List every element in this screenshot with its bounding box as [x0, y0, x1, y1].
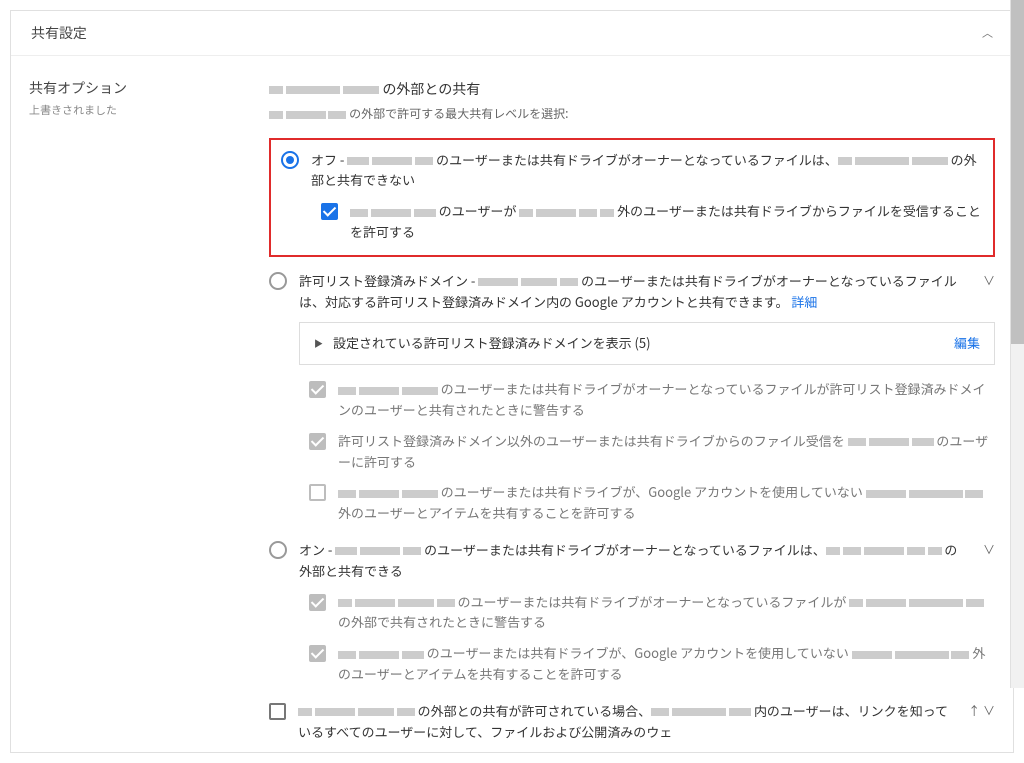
- panel-title: 共有設定: [31, 23, 87, 43]
- bottom-checkbox-label: の外部との共有が許可されている場合、 内のユーザーは、リンクを知っているすべての…: [298, 701, 948, 743]
- triangle-right-icon: ▶: [314, 337, 323, 351]
- sub-chk-on-warn[interactable]: のユーザーまたは共有ドライブがオーナーとなっているファイルが の外部で共有された…: [309, 592, 995, 634]
- sub-chk-on-nogoogle[interactable]: のユーザーまたは共有ドライブが、Google アカウントを使用していない 外のユ…: [309, 643, 995, 685]
- option-heading: 共有オプション: [29, 78, 269, 98]
- highlighted-option-off: オフ - のユーザーまたは共有ドライブがオーナーとなっているファイルは、 の外部…: [269, 138, 995, 257]
- radio-allowlist[interactable]: 許可リスト登録済みドメイン - のユーザーまたは共有ドライブがオーナーとなってい…: [269, 271, 995, 313]
- expander-label: 設定されている許可リスト登録済みドメインを表示 (5): [333, 333, 651, 354]
- checkbox-icon-checked-disabled: [309, 594, 326, 611]
- edit-link[interactable]: 編集: [954, 333, 980, 354]
- sub-chk-receive-nonallow[interactable]: 許可リスト登録済みドメイン以外のユーザーまたは共有ドライブからのファイル受信を …: [309, 431, 995, 473]
- sub-chk-label: のユーザーまたは共有ドライブがオーナーとなっているファイルが の外部で共有された…: [338, 592, 995, 634]
- scrollbar-thumb[interactable]: [1011, 0, 1024, 344]
- chk-allow-receive-label: のユーザーが 外のユーザーまたは共有ドライブからファイルを受信することを許可する: [350, 201, 983, 243]
- radio-off-label: オフ - のユーザーまたは共有ドライブがオーナーとなっているファイルは、 の外部…: [311, 150, 983, 192]
- radio-on[interactable]: オン - のユーザーまたは共有ドライブがオーナーとなっているファイルは、 の外部…: [269, 540, 995, 582]
- panel-header[interactable]: 共有設定 ︿: [11, 11, 1013, 56]
- chk-allow-receive[interactable]: のユーザーが 外のユーザーまたは共有ドライブからファイルを受信することを許可する: [321, 201, 983, 243]
- checkbox-icon-checked-disabled: [309, 433, 326, 450]
- left-column: 共有オプション 上書きされました: [29, 78, 269, 742]
- radio-on-block: オン - のユーザーまたは共有ドライブがオーナーとなっているファイルは、 の外部…: [269, 540, 995, 685]
- chevron-down-icon[interactable]: ∨: [983, 271, 995, 290]
- checkbox-icon-checked-disabled: [309, 381, 326, 398]
- sub-chk-label: のユーザーまたは共有ドライブがオーナーとなっているファイルが許可リスト登録済みド…: [338, 379, 995, 421]
- radio-allowlist-label: 許可リスト登録済みドメイン - のユーザーまたは共有ドライブがオーナーとなってい…: [299, 271, 963, 313]
- checkbox-icon-checked-disabled: [309, 645, 326, 662]
- sub-chk-label: 許可リスト登録済みドメイン以外のユーザーまたは共有ドライブからのファイル受信を …: [338, 431, 995, 473]
- details-link[interactable]: 詳細: [791, 292, 817, 311]
- bottom-checkbox[interactable]: の外部との共有が許可されている場合、 内のユーザーは、リンクを知っているすべての…: [269, 701, 995, 743]
- scrollbar[interactable]: [1010, 0, 1024, 688]
- panel-content: 共有オプション 上書きされました の外部との共有 の外部で許可する最大共有レベル…: [11, 56, 1013, 752]
- domain-expander[interactable]: ▶ 設定されている許可リスト登録済みドメインを表示 (5) 編集: [299, 322, 995, 365]
- sub-chk-nogoogle-share[interactable]: のユーザーまたは共有ドライブが、Google アカウントを使用していない 外のユ…: [309, 482, 995, 524]
- arrows-icon[interactable]: ↑ ∨: [968, 701, 995, 720]
- chevron-down-icon[interactable]: ∨: [983, 540, 995, 559]
- right-column: の外部との共有 の外部で許可する最大共有レベルを選択: オフ - のユーザーまた…: [269, 78, 995, 742]
- chevron-up-icon: ︿: [982, 25, 993, 41]
- radio-icon-selected[interactable]: [281, 151, 299, 169]
- sub-chk-label: のユーザーまたは共有ドライブが、Google アカウントを使用していない 外のユ…: [338, 482, 995, 524]
- checkbox-icon-checked[interactable]: [321, 203, 338, 220]
- radio-icon[interactable]: [269, 541, 287, 559]
- sub-chk-warn-allowlist[interactable]: のユーザーまたは共有ドライブがオーナーとなっているファイルが許可リスト登録済みド…: [309, 379, 995, 421]
- checkbox-icon-unchecked-disabled: [309, 484, 326, 501]
- radio-icon[interactable]: [269, 272, 287, 290]
- radio-off[interactable]: オフ - のユーザーまたは共有ドライブがオーナーとなっているファイルは、 の外部…: [281, 150, 983, 192]
- section-sub: の外部で許可する最大共有レベルを選択:: [269, 104, 995, 123]
- radio-allowlist-block: 許可リスト登録済みドメイン - のユーザーまたは共有ドライブがオーナーとなってい…: [269, 271, 995, 524]
- radio-on-label: オン - のユーザーまたは共有ドライブがオーナーとなっているファイルは、 の外部…: [299, 540, 963, 582]
- checkbox-icon-unchecked[interactable]: [269, 703, 286, 720]
- section-title: の外部との共有: [269, 78, 995, 100]
- sub-chk-label: のユーザーまたは共有ドライブが、Google アカウントを使用していない 外のユ…: [338, 643, 995, 685]
- option-override-note: 上書きされました: [29, 102, 269, 118]
- settings-panel: 共有設定 ︿ 共有オプション 上書きされました の外部との共有 の外部で許可する…: [10, 10, 1014, 753]
